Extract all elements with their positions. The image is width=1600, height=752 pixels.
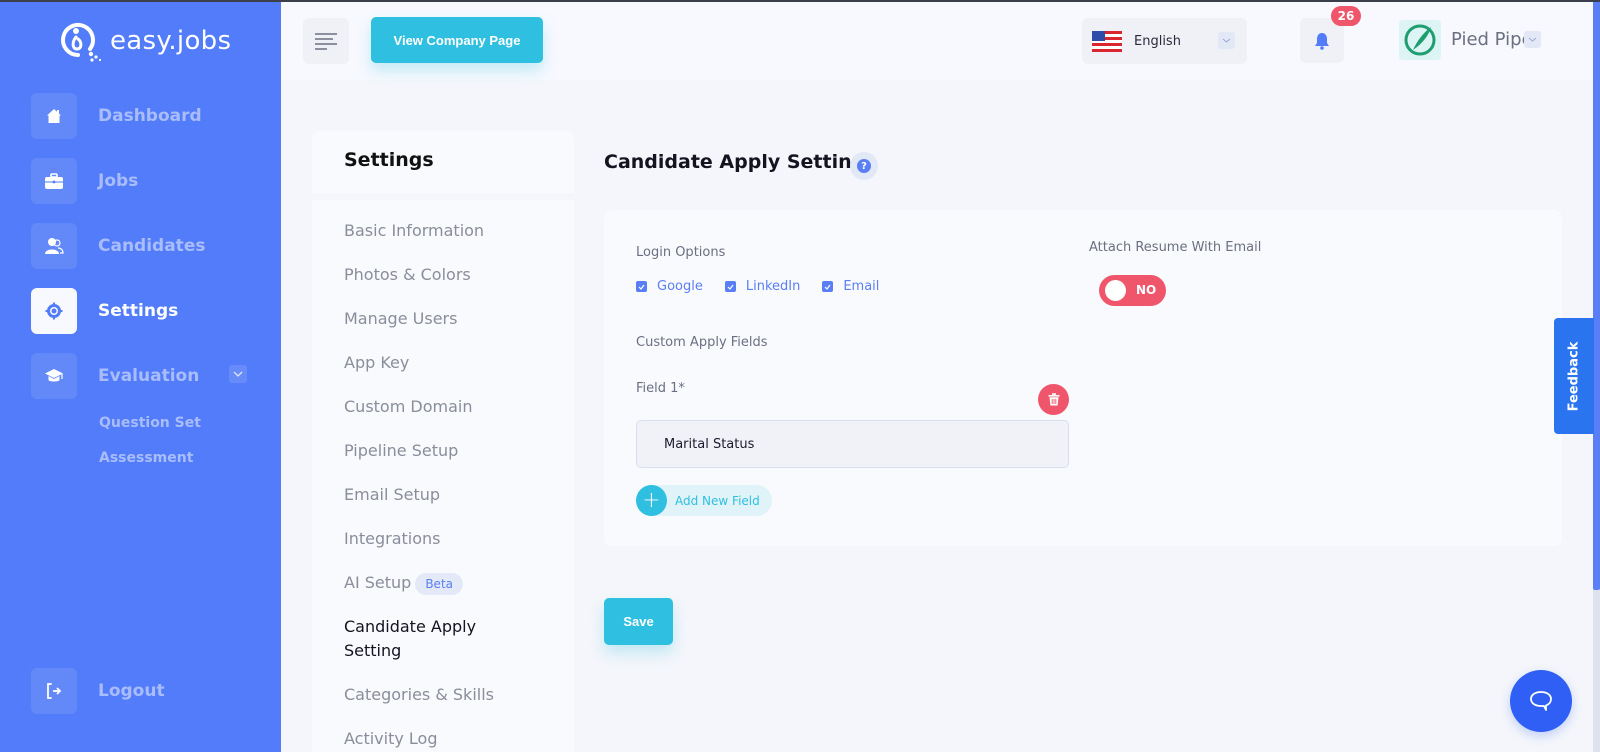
checkbox-checked-icon <box>724 281 736 292</box>
checkbox-checked-icon <box>822 281 834 292</box>
brand-logo[interactable]: easy.jobs <box>54 18 231 64</box>
login-options-group: Google LinkedIn Email <box>636 279 901 294</box>
sidebar-item-label: Evaluation <box>98 366 200 386</box>
menu-toggle-button[interactable] <box>303 18 349 64</box>
checkbox-label: Google <box>657 279 703 294</box>
home-icon <box>47 109 61 123</box>
briefcase-icon <box>45 173 63 189</box>
sidebar-item-label: Candidates <box>98 236 206 256</box>
checkbox-checked-icon <box>636 281 647 292</box>
question-mark-icon: ? <box>857 159 871 173</box>
scrollbar-thumb[interactable] <box>1593 0 1600 590</box>
company-name[interactable]: Pied Pipe <box>1451 29 1533 50</box>
chat-bubble-icon <box>1530 691 1552 711</box>
settings-nav: Basic Information Photos & Colors Manage… <box>312 200 574 752</box>
sidebar: easy.jobs Dashboard Jobs Candidates Sett… <box>0 0 281 752</box>
company-avatar[interactable] <box>1399 20 1441 60</box>
settings-nav-integrations[interactable]: Integrations <box>344 527 441 551</box>
settings-nav-categories-skills[interactable]: Categories & Skills <box>344 683 494 707</box>
easyjobs-logo-icon <box>61 23 102 62</box>
settings-nav-app-key[interactable]: App Key <box>344 351 409 375</box>
toggle-knob <box>1105 280 1126 301</box>
settings-nav-label: AI Setup <box>344 573 412 592</box>
logout-icon <box>47 683 62 699</box>
save-button[interactable]: Save <box>604 598 673 645</box>
checkbox-label: LinkedIn <box>745 279 801 294</box>
settings-nav-pipeline-setup[interactable]: Pipeline Setup <box>344 439 458 463</box>
view-company-page-button[interactable]: View Company Page <box>371 17 543 63</box>
add-new-field-label: Add New Field <box>675 493 760 508</box>
sidebar-item-jobs[interactable]: Jobs <box>31 158 138 204</box>
custom-apply-fields-label: Custom Apply Fields <box>636 335 768 350</box>
settings-nav-photos-colors[interactable]: Photos & Colors <box>344 263 471 287</box>
top-header: View Company Page English 26 Pied Pipe <box>281 0 1600 80</box>
settings-nav-email-setup[interactable]: Email Setup <box>344 483 440 507</box>
chevron-down-icon <box>1218 32 1235 49</box>
us-flag-icon <box>1092 30 1122 52</box>
delete-field-button[interactable] <box>1038 384 1069 415</box>
language-select[interactable]: English <box>1082 18 1247 64</box>
sidebar-item-dashboard[interactable]: Dashboard <box>31 93 202 139</box>
settings-nav-candidate-apply-setting[interactable]: Candidate Apply Setting <box>344 615 524 663</box>
sidebar-subitem-question-set[interactable]: Question Set <box>99 415 201 431</box>
login-option-email-checkbox[interactable]: Email <box>822 279 879 294</box>
language-selected: English <box>1134 33 1181 49</box>
graduation-cap-icon <box>45 369 63 382</box>
settings-nav-basic-information[interactable]: Basic Information <box>344 219 484 243</box>
candidate-apply-settings-card: Login Options Google LinkedIn Email Atta… <box>604 210 1562 546</box>
sidebar-item-settings[interactable]: Settings <box>31 288 178 334</box>
beta-badge: Beta <box>415 572 464 595</box>
plus-icon: + <box>636 485 667 516</box>
chevron-down-icon[interactable] <box>1524 31 1541 48</box>
notification-count-badge: 26 <box>1331 6 1361 26</box>
sidebar-item-logout[interactable]: Logout <box>31 668 165 714</box>
attach-resume-label: Attach Resume With Email <box>1089 240 1262 255</box>
brand-name: easy.jobs <box>110 26 232 56</box>
settings-nav-title: Settings <box>344 149 434 171</box>
login-option-google-checkbox[interactable]: Google <box>636 279 703 294</box>
pied-piper-logo-icon <box>1404 24 1436 56</box>
chevron-down-icon[interactable] <box>229 365 247 383</box>
field-1-input[interactable] <box>636 420 1069 468</box>
gear-icon <box>45 302 63 320</box>
window-top-border <box>0 0 1600 2</box>
settings-nav-ai-setup[interactable]: AI Setup Beta <box>344 571 464 595</box>
hamburger-menu-icon <box>315 33 337 50</box>
sidebar-item-label: Logout <box>98 681 165 701</box>
login-option-linkedin-checkbox[interactable]: LinkedIn <box>724 279 801 294</box>
login-options-label: Login Options <box>636 245 726 260</box>
field-1-label: Field 1* <box>636 381 685 396</box>
sidebar-item-candidates[interactable]: Candidates <box>31 223 205 269</box>
feedback-label: Feedback <box>1566 341 1582 411</box>
page-scrollbar[interactable] <box>1593 0 1600 752</box>
sidebar-item-label: Jobs <box>98 171 139 191</box>
settings-nav-manage-users[interactable]: Manage Users <box>344 307 457 331</box>
users-icon <box>45 238 64 254</box>
attach-resume-toggle[interactable]: NO <box>1099 275 1166 306</box>
page-title: Candidate Apply Setting <box>604 151 866 173</box>
toggle-state-text: NO <box>1136 283 1157 297</box>
sidebar-item-evaluation[interactable]: Evaluation <box>31 353 251 399</box>
settings-nav-activity-log[interactable]: Activity Log <box>344 727 438 751</box>
settings-nav-custom-domain[interactable]: Custom Domain <box>344 395 472 419</box>
feedback-tab[interactable]: Feedback <box>1554 318 1594 434</box>
sidebar-item-label: Settings <box>98 301 179 321</box>
sidebar-subitem-assessment[interactable]: Assessment <box>99 450 193 466</box>
checkbox-label: Email <box>843 279 880 294</box>
help-button[interactable]: ? <box>850 152 878 180</box>
chat-support-button[interactable] <box>1510 670 1572 732</box>
trash-icon <box>1048 393 1059 406</box>
add-new-field-button[interactable]: + Add New Field <box>636 485 772 516</box>
settings-nav-header: Settings <box>312 131 574 193</box>
bell-icon <box>1315 32 1329 50</box>
sidebar-item-label: Dashboard <box>98 106 202 126</box>
